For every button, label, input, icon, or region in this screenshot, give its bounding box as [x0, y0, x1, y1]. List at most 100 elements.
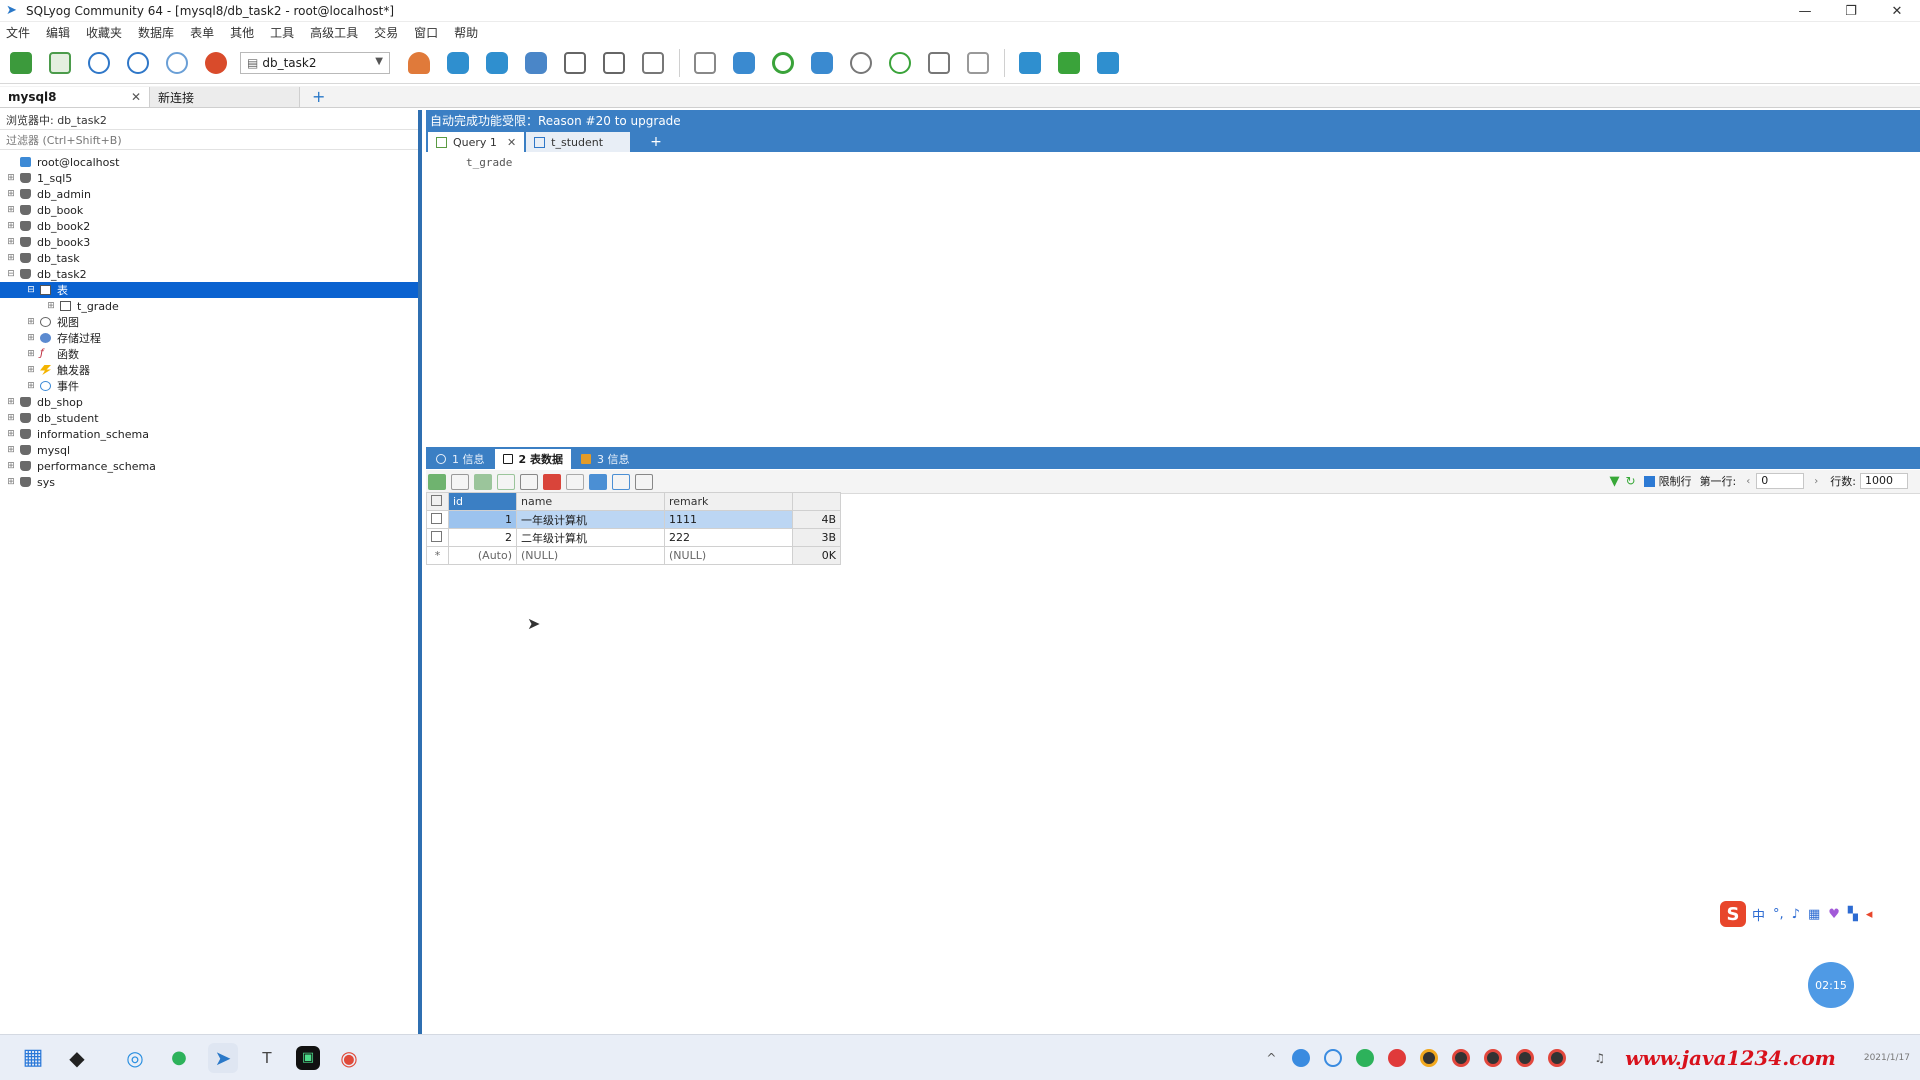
tree-node-[interactable]: ⊞ 触发器 [0, 362, 418, 378]
menu-transaction[interactable]: 交易 [374, 24, 398, 41]
table-data-button[interactable] [599, 48, 629, 78]
expand-icon[interactable]: ⊞ [6, 429, 16, 439]
job-agent-button[interactable] [885, 48, 915, 78]
speaker-icon[interactable]: ♫ [1594, 1051, 1605, 1065]
ime-mode-toggle[interactable]: 中 [1752, 905, 1765, 924]
cell-id[interactable]: 1 [448, 510, 517, 529]
sync-database-button[interactable] [807, 48, 837, 78]
add-query-tab-icon[interactable]: + [650, 132, 662, 152]
collapse-icon[interactable]: ⊟ [26, 285, 36, 295]
backup-database-button[interactable] [521, 48, 551, 78]
export-button[interactable] [690, 48, 720, 78]
tab-messages[interactable]: 1 信息 [428, 449, 493, 469]
row-checkbox[interactable] [431, 530, 442, 542]
system-clock[interactable]: 2021/1/17 [1864, 1052, 1910, 1064]
tab-t-student[interactable]: t_student [526, 132, 631, 152]
tree-node-db-admin[interactable]: ⊞ db_admin [0, 186, 418, 202]
more-icon[interactable]: ◂ [1866, 907, 1873, 922]
close-icon[interactable]: ✕ [507, 136, 516, 149]
tree-node-db-student[interactable]: ⊞ db_student [0, 410, 418, 426]
refresh-icon[interactable]: ↻ [1626, 474, 1636, 488]
windows-start-icon[interactable]: ▦ [18, 1043, 48, 1073]
duplicate-row-button[interactable] [497, 473, 515, 490]
menu-favorites[interactable]: 收藏夹 [86, 24, 122, 41]
wechat-tray-icon[interactable] [1356, 1049, 1375, 1067]
collapse-icon[interactable]: ⊟ [6, 269, 16, 279]
save-button[interactable] [520, 473, 538, 490]
create-database-button[interactable] [443, 48, 473, 78]
cell-remark[interactable]: (NULL) [664, 546, 793, 565]
cell-name[interactable]: 一年级计算机 [516, 510, 665, 529]
menu-advanced-tools[interactable]: 高级工具 [310, 24, 358, 41]
menu-database[interactable]: 数据库 [138, 24, 174, 41]
cell-id[interactable]: (Auto) [448, 546, 517, 565]
add-tab-icon[interactable]: + [312, 87, 325, 107]
schema-sync-button[interactable] [963, 48, 993, 78]
tree-node-db-book2[interactable]: ⊞ db_book2 [0, 218, 418, 234]
tree-node-mysql[interactable]: ⊞ mysql [0, 442, 418, 458]
tree-node-db-task[interactable]: ⊞ db_task [0, 250, 418, 266]
punctuation-icon[interactable]: °, [1773, 907, 1784, 922]
expand-icon[interactable]: ⊞ [46, 301, 56, 311]
execute-button[interactable] [84, 48, 114, 78]
first-row-input[interactable]: 0 [1756, 473, 1805, 489]
cell-id[interactable]: 2 [448, 528, 517, 547]
refresh-icon[interactable] [768, 48, 798, 78]
tree-node-db-book3[interactable]: ⊞ db_book3 [0, 234, 418, 250]
close-icon[interactable]: ✕ [131, 90, 141, 104]
form-mode-button[interactable] [612, 473, 630, 490]
alter-database-button[interactable] [482, 48, 512, 78]
qq-icon[interactable] [1516, 1049, 1535, 1067]
tab-info[interactable]: 3 信息 [573, 449, 638, 469]
close-icon[interactable]: ✕ [1874, 0, 1920, 22]
expand-icon[interactable]: ⊞ [6, 397, 16, 407]
tree-node-t-grade[interactable]: ⊞ t_grade [0, 298, 418, 314]
column-header-id[interactable]: id [448, 492, 517, 511]
keyboard-icon[interactable]: ▦ [1808, 907, 1820, 922]
row-checkbox[interactable] [431, 512, 442, 524]
grid-mode-button[interactable] [589, 473, 607, 490]
row-select-cell[interactable] [426, 510, 449, 529]
user-icon[interactable] [404, 48, 434, 78]
table-row[interactable]: 1 一年级计算机 1111 4B [426, 510, 841, 529]
typora-icon[interactable]: T [252, 1043, 282, 1073]
column-header-remark[interactable]: remark [664, 492, 793, 511]
expand-icon[interactable]: ⊞ [6, 413, 16, 423]
menu-window[interactable]: 窗口 [414, 24, 438, 41]
tab-table-data[interactable]: 2 表数据 [494, 449, 571, 469]
tree-node-[interactable]: ⊞ ƒ 函数 [0, 346, 418, 362]
tree-node-[interactable]: ⊞ 存储过程 [0, 330, 418, 346]
text-mode-button[interactable] [635, 473, 653, 490]
cell-name[interactable]: (NULL) [516, 546, 665, 565]
sqlyog-taskbar-icon[interactable]: ➤ [208, 1042, 238, 1073]
tree-node-[interactable]: ⊞ 事件 [0, 378, 418, 394]
cell-remark[interactable]: 1111 [664, 510, 793, 529]
row-select-cell[interactable] [426, 528, 449, 547]
tree-node-db-book[interactable]: ⊞ db_book [0, 202, 418, 218]
column-header-name[interactable]: name [516, 492, 665, 511]
table-row-new[interactable]: * (Auto) (NULL) (NULL) 0K [426, 546, 841, 565]
expand-icon[interactable]: ⊞ [6, 445, 16, 455]
tray-app-icon[interactable] [1324, 1049, 1343, 1067]
expand-icon[interactable]: ⊞ [6, 221, 16, 231]
expand-icon[interactable]: ⊞ [6, 205, 16, 215]
record-tray-icon[interactable] [1388, 1049, 1407, 1067]
grid-view-button[interactable] [428, 473, 446, 490]
menu-tools[interactable]: 工具 [270, 24, 294, 41]
user-manager-button[interactable] [201, 48, 231, 78]
menu-table[interactable]: 表单 [190, 24, 214, 41]
grid-icon[interactable]: ▚ [1848, 907, 1858, 922]
wechat-icon[interactable]: ● [164, 1043, 194, 1073]
qq-icon[interactable] [1484, 1049, 1503, 1067]
skin-icon[interactable]: ♥ [1828, 907, 1840, 922]
recording-timer[interactable]: 02:15 [1808, 962, 1854, 1008]
tree-node-db-task2[interactable]: ⊟ db_task2 [0, 266, 418, 282]
expand-icon[interactable]: ⊞ [6, 189, 16, 199]
scheduler-button[interactable] [846, 48, 876, 78]
tree-node-sys[interactable]: ⊞ sys [0, 474, 418, 490]
database-selector[interactable]: ▤ db_task2 ▼ [240, 51, 390, 74]
object-filter-input[interactable]: 过滤器 (Ctrl+Shift+B) [0, 130, 418, 150]
chevron-up-icon[interactable]: ^ [1266, 1051, 1276, 1065]
query-builder-button[interactable] [638, 48, 668, 78]
expand-icon[interactable]: ⊞ [6, 237, 16, 247]
